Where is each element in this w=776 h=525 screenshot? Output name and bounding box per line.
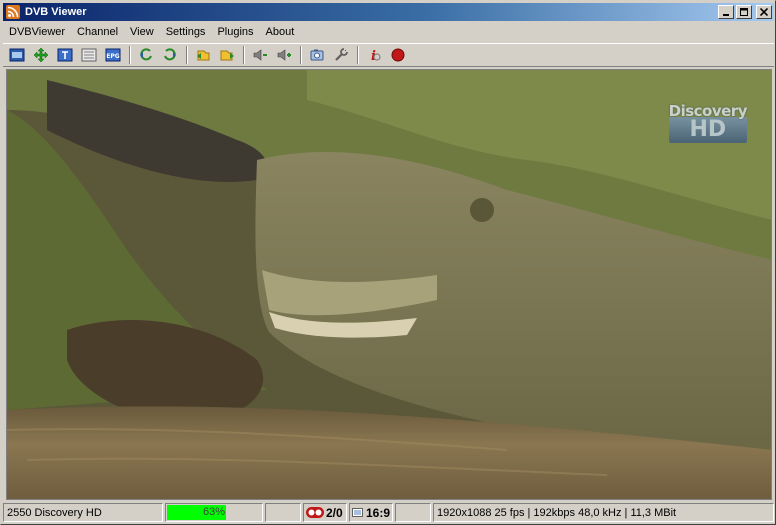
close-button[interactable]	[756, 5, 772, 19]
volume-up-button[interactable]	[273, 45, 295, 65]
status-channel: 2550 Discovery HD	[3, 503, 163, 522]
info-button[interactable]: i	[363, 45, 385, 65]
list-icon	[81, 48, 97, 62]
favorite-back-icon	[197, 50, 210, 61]
title-bar[interactable]: DVB Viewer	[3, 3, 774, 21]
volume-down-icon	[253, 49, 267, 61]
signal-text: 63%	[202, 506, 226, 518]
record-icon	[391, 48, 405, 62]
move-button[interactable]	[30, 45, 52, 65]
toolbar-separator	[243, 46, 245, 64]
toolbar-separator	[186, 46, 188, 64]
favorite-forward-icon	[220, 50, 234, 61]
record-button[interactable]	[387, 45, 409, 65]
status-empty-panel	[265, 503, 301, 522]
tools-button[interactable]	[330, 45, 352, 65]
status-bar: 2550 Discovery HD 63% 2/0 16:9 1920x1088…	[3, 502, 774, 523]
svg-text:EPG: EPG	[106, 53, 119, 60]
watermark-hd-text: HD	[668, 117, 747, 143]
info-icon: i	[371, 49, 381, 63]
epg-icon: EPG	[105, 48, 121, 62]
volume-down-button[interactable]	[249, 45, 271, 65]
teletext-icon	[57, 48, 73, 62]
channel-watermark: Discovery HD	[668, 102, 748, 143]
menu-plugins[interactable]: Plugins	[211, 24, 259, 41]
toolbar-separator	[300, 46, 302, 64]
minimize-button[interactable]	[718, 5, 734, 19]
signal-bar: 63%	[167, 505, 261, 520]
tools-icon	[335, 48, 348, 61]
menu-about[interactable]: About	[260, 24, 301, 41]
next-channel-button[interactable]	[159, 45, 181, 65]
next-channel-icon	[164, 48, 176, 61]
previous-channel-button[interactable]	[135, 45, 157, 65]
menu-bar: DVBViewer Channel View Settings Plugins …	[3, 23, 774, 42]
menu-dvbviewer[interactable]: DVBViewer	[3, 24, 71, 41]
rss-icon[interactable]	[6, 5, 20, 19]
status-recordings: 2/0	[303, 503, 347, 522]
status-signal-strength: 63%	[165, 503, 263, 522]
recordings-count: 2/0	[326, 505, 343, 520]
snapshot-icon	[310, 49, 324, 61]
favorite-back-button[interactable]	[192, 45, 214, 65]
svg-text:i: i	[371, 49, 376, 63]
previous-channel-icon	[140, 48, 152, 61]
recording-icon	[306, 507, 324, 518]
menu-view[interactable]: View	[124, 24, 160, 41]
move-icon	[33, 47, 49, 63]
volume-up-icon	[277, 49, 291, 61]
video-display[interactable]: Discovery HD	[6, 69, 772, 500]
snapshot-button[interactable]	[306, 45, 328, 65]
tv-window-button[interactable]	[6, 45, 28, 65]
toolbar-separator	[129, 46, 131, 64]
maximize-button[interactable]	[736, 5, 752, 19]
epg-button[interactable]: EPG	[102, 45, 124, 65]
minimize-icon	[723, 14, 729, 16]
close-icon	[760, 8, 768, 16]
toolbar: EPG i	[3, 43, 774, 67]
toolbar-separator	[357, 46, 359, 64]
window-title: DVB Viewer	[25, 6, 87, 18]
teletext-button[interactable]	[54, 45, 76, 65]
list-button[interactable]	[78, 45, 100, 65]
video-frame-image	[7, 70, 771, 499]
status-stream-info: 1920x1088 25 fps | 192kbps 48,0 kHz | 11…	[433, 503, 774, 522]
aspect-ratio-icon	[352, 508, 363, 517]
maximize-icon	[740, 8, 748, 16]
status-empty-panel-2	[395, 503, 431, 522]
aspect-ratio-text: 16:9	[365, 505, 390, 520]
status-aspect: 16:9	[349, 503, 393, 522]
menu-settings[interactable]: Settings	[160, 24, 212, 41]
tv-window-icon	[9, 48, 25, 62]
menu-channel[interactable]: Channel	[71, 24, 124, 41]
app-window: DVB Viewer DVBViewer Channel View Settin…	[0, 0, 776, 525]
favorite-forward-button[interactable]	[216, 45, 238, 65]
